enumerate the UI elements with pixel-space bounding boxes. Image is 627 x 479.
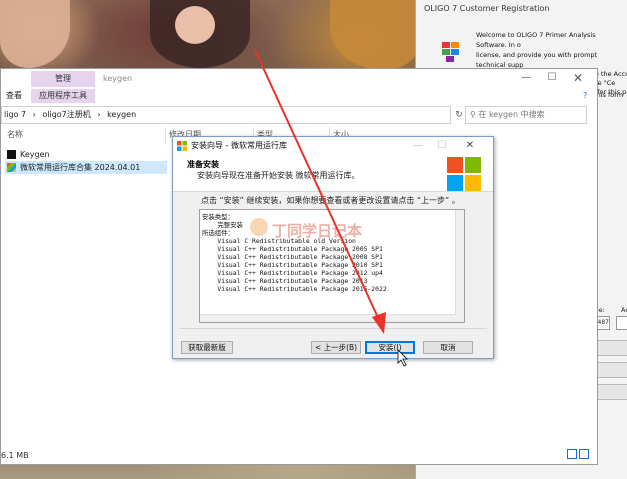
breadcrumb-segment[interactable]: oligo7注册机 bbox=[42, 110, 90, 119]
summary-line: Visual C++ Redistributable Package 2013 bbox=[202, 277, 368, 285]
ribbon: 管理 keygen 查看 应用程序工具 — ☐ ✕ ? bbox=[1, 69, 597, 105]
view-toggle[interactable] bbox=[565, 449, 593, 461]
window-title: keygen bbox=[103, 74, 133, 83]
back-button[interactable]: < 上一步(B) bbox=[311, 341, 361, 354]
breadcrumb-chevron-icon: › bbox=[97, 110, 101, 119]
file-row-installer[interactable]: 微软常用运行库合集 2024.04.01 bbox=[5, 161, 167, 174]
summary-line: Visual C++ Redistributable Package 2005 … bbox=[202, 245, 383, 253]
oligo-text-line: license, and provide you with prompt tec… bbox=[476, 51, 598, 69]
microsoft-logo-icon bbox=[447, 157, 481, 191]
oligo-button[interactable] bbox=[596, 340, 627, 356]
details-view-icon[interactable] bbox=[567, 449, 577, 459]
search-icon: ⚲ bbox=[470, 110, 476, 119]
tab-app-tools[interactable]: 应用程序工具 bbox=[31, 89, 95, 103]
summary-line: Visual C++ Redistributable Package 2010 … bbox=[202, 261, 383, 269]
minimize-button[interactable]: — bbox=[513, 69, 539, 87]
dialog-minimize-button[interactable]: — bbox=[409, 139, 427, 153]
vertical-scrollbar[interactable] bbox=[455, 210, 464, 322]
install-summary-box[interactable]: 安装类型： 完整安装 所选组件： Visual C Redistributable… bbox=[199, 209, 465, 323]
dialog-instruction: 点击 “安装” 继续安装，如果你想要查看或者更改设置请点击 “上一步” 。 bbox=[201, 196, 460, 205]
dialog-close-button[interactable]: ✕ bbox=[461, 139, 479, 153]
file-row-keygen[interactable]: Keygen bbox=[5, 148, 177, 161]
oligo-button[interactable] bbox=[596, 384, 627, 400]
large-icons-view-icon[interactable] bbox=[579, 449, 589, 459]
column-name-header[interactable]: 名称 bbox=[7, 129, 23, 141]
oligo-button[interactable] bbox=[596, 362, 627, 378]
dialog-maximize-button[interactable]: ☐ bbox=[433, 139, 451, 153]
search-placeholder: 在 keygen 中搜索 bbox=[478, 110, 545, 119]
dialog-header-title: 准备安装 bbox=[187, 160, 219, 169]
file-name: Keygen bbox=[20, 150, 50, 159]
breadcrumb-segment[interactable]: keygen bbox=[107, 110, 136, 119]
summary-line: Visual C++ Redistributable Package 2012 … bbox=[202, 269, 383, 277]
oligo-logo-icon bbox=[442, 42, 459, 62]
watermark-text: 丁同学日记本 bbox=[272, 222, 363, 240]
fetch-latest-button[interactable]: 获取最新版 bbox=[181, 341, 233, 354]
installer-app-icon bbox=[7, 163, 16, 172]
tab-manage[interactable]: 管理 bbox=[31, 71, 95, 87]
oligo-ac-label: Ac bbox=[621, 306, 627, 314]
dialog-divider bbox=[179, 328, 487, 329]
address-bar[interactable]: ligo 7 › oligo7注册机 › keygen bbox=[1, 106, 451, 124]
dialog-header: 准备安装 安装向导现在准备开始安装 微软常用运行库。 bbox=[173, 155, 493, 192]
oligo-ac-field[interactable] bbox=[616, 316, 627, 330]
cancel-button[interactable]: 取消 bbox=[423, 341, 473, 354]
close-button[interactable]: ✕ bbox=[565, 69, 591, 87]
watermark-cat-icon bbox=[250, 218, 268, 236]
search-input[interactable]: ⚲ 在 keygen 中搜索 bbox=[465, 106, 587, 124]
oligo-text-line: Welcome to OLIGO 7 Primer Analysis Softw… bbox=[476, 31, 596, 49]
summary-line: Visual C++ Redistributable Package 2015-… bbox=[202, 285, 387, 293]
setup-wizard-dialog: 安装向导 - 微软常用运行库 — ☐ ✕ 准备安装 安装向导现在准备开始安装 微… bbox=[172, 136, 494, 359]
dialog-header-subtitle: 安装向导现在准备开始安装 微软常用运行库。 bbox=[197, 171, 360, 180]
refresh-icon[interactable]: ↻ bbox=[453, 106, 465, 124]
install-button[interactable]: 安装(I) bbox=[365, 341, 415, 354]
summary-line: Visual C++ Redistributable Package 2008 … bbox=[202, 253, 383, 261]
horizontal-scrollbar[interactable] bbox=[200, 314, 456, 322]
ribbon-help-icon[interactable]: ? bbox=[583, 91, 593, 101]
status-selected-size: 6.1 MB bbox=[1, 451, 29, 460]
tab-view[interactable]: 查看 bbox=[6, 89, 22, 103]
dialog-titlebar[interactable]: 安装向导 - 微软常用运行库 — ☐ ✕ bbox=[173, 137, 493, 155]
breadcrumb-segment[interactable]: ligo 7 bbox=[4, 110, 26, 119]
dialog-title: 安装向导 - 微软常用运行库 bbox=[191, 141, 287, 150]
oligo-window-title: OLIGO 7 Customer Registration bbox=[424, 4, 550, 13]
keygen-app-icon bbox=[7, 150, 16, 159]
maximize-button[interactable]: ☐ bbox=[539, 69, 565, 87]
installer-app-icon bbox=[177, 141, 187, 151]
column-divider[interactable] bbox=[165, 127, 166, 143]
breadcrumb-chevron-icon: › bbox=[32, 110, 36, 119]
file-name: 微软常用运行库合集 2024.04.01 bbox=[20, 163, 141, 172]
wallpaper-figure-face bbox=[175, 6, 215, 44]
